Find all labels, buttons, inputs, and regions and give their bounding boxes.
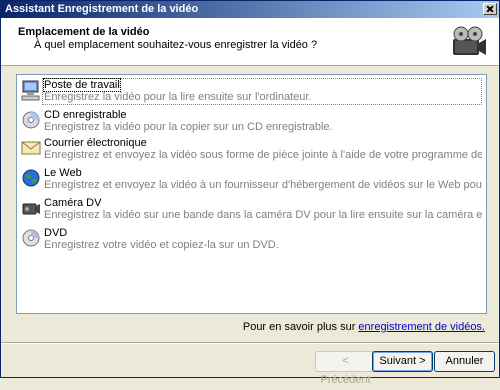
next-button[interactable]: Suivant > xyxy=(372,351,433,372)
destination-item-computer[interactable]: Poste de travail Enregistrez la vidéo po… xyxy=(17,77,486,107)
destination-item-email[interactable]: Courrier électronique Enregistrez et env… xyxy=(17,135,486,165)
learn-more-link[interactable]: enregistrement de vidéos. xyxy=(358,321,485,333)
computer-icon xyxy=(21,80,40,101)
cd-icon xyxy=(22,111,40,129)
destination-description: Enregistrez et envoyez la vidéo à un fou… xyxy=(44,179,482,191)
film-reel-icon xyxy=(453,26,486,55)
destination-name: CD enregistrable xyxy=(44,109,127,121)
page-title: Emplacement de la vidéo xyxy=(18,26,150,38)
back-button[interactable]: < Précédent xyxy=(315,351,376,386)
title-bar[interactable]: Assistant Enregistrement de la vidéo xyxy=(1,1,499,18)
learn-more: Pour en savoir plus sur enregistrement d… xyxy=(243,321,485,333)
destination-name: DVD xyxy=(44,227,68,239)
destination-description: Enregistrez la vidéo sur une bande dans … xyxy=(44,209,482,221)
destination-description: Enregistrez la vidéo pour la copier sur … xyxy=(44,121,333,133)
destination-name: Le Web xyxy=(44,167,82,179)
destination-description: Enregistrez votre vidéo et copiez-la sur… xyxy=(44,239,279,251)
destination-description: Enregistrez la vidéo pour la lire ensuit… xyxy=(44,91,312,103)
camera-icon xyxy=(22,203,40,215)
envelope-icon xyxy=(21,141,41,155)
window-title: Assistant Enregistrement de la vidéo xyxy=(5,3,199,15)
dvd-icon xyxy=(22,229,40,247)
close-button[interactable] xyxy=(483,3,497,15)
destination-name: Caméra DV xyxy=(44,197,102,209)
wizard-header: Emplacement de la vidéo À quel emplaceme… xyxy=(1,18,499,66)
destination-item-dvd[interactable]: DVD Enregistrez votre vidéo et copiez-la… xyxy=(17,225,486,255)
destination-item-cd[interactable]: CD enregistrable Enregistrez la vidéo po… xyxy=(17,107,486,137)
wizard-window: Assistant Enregistrement de la vidéo Emp… xyxy=(0,0,500,386)
destination-description: Enregistrez et envoyez la vidéo sous for… xyxy=(44,149,482,161)
globe-icon xyxy=(22,169,40,187)
destination-name: Courrier électronique xyxy=(44,137,147,149)
destination-item-web[interactable]: Le Web Enregistrez et envoyez la vidéo à… xyxy=(17,165,486,195)
destination-item-dv-camera[interactable]: Caméra DV Enregistrez la vidéo sur une b… xyxy=(17,195,486,225)
footer-separator xyxy=(1,342,499,344)
learn-more-text: Pour en savoir plus sur xyxy=(242,321,356,333)
page-subtitle: À quel emplacement souhaitez-vous enregi… xyxy=(34,39,318,51)
cancel-button[interactable]: Annuler xyxy=(434,351,495,372)
destination-list[interactable]: Poste de travail Enregistrez la vidéo po… xyxy=(16,74,487,314)
destination-name: Poste de travail xyxy=(43,78,121,92)
